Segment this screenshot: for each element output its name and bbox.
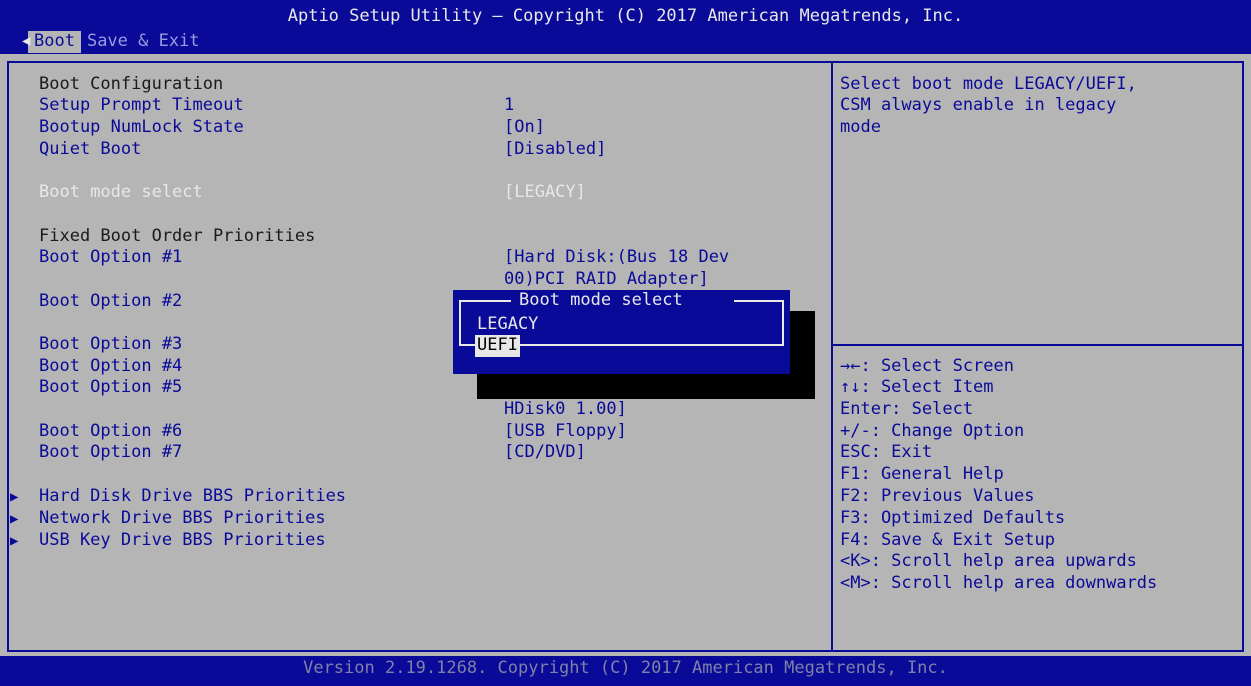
submenu-arrow-icon: ▶: [10, 533, 19, 549]
setup-prompt-timeout-label[interactable]: Setup Prompt Timeout: [39, 95, 244, 117]
boot-option-6-value[interactable]: [USB Floppy]: [504, 421, 627, 443]
help-key-f4: F4: Save & Exit Setup: [840, 530, 1055, 550]
header-bar: Aptio Setup Utility – Copyright (C) 2017…: [0, 0, 1251, 54]
submenu-arrow-icon: ▶: [10, 489, 19, 505]
footer-bar: Version 2.19.1268. Copyright (C) 2017 Am…: [0, 656, 1251, 686]
help-description-line: Select boot mode LEGACY/UEFI,: [840, 74, 1137, 94]
popup-border-top-left: [459, 300, 511, 302]
app-title: Aptio Setup Utility – Copyright (C) 2017…: [287, 6, 964, 26]
boot-option-5-label[interactable]: Boot Option #5: [39, 377, 182, 399]
help-key-enter: Enter: Select: [840, 399, 974, 419]
help-key-select-screen: →←: Select Screen: [840, 356, 1014, 376]
help-key-scroll-up: <K>: Scroll help area upwards: [840, 551, 1137, 571]
left-arrow-icon: ◀: [22, 33, 31, 49]
tab-bar: ◀ Boot Save & Exit: [22, 31, 206, 53]
help-key-f2: F2: Previous Values: [840, 486, 1035, 506]
help-key-scroll-down: <M>: Scroll help area downwards: [840, 573, 1158, 593]
boot-option-7-value[interactable]: [CD/DVD]: [504, 442, 586, 464]
boot-mode-popup: Boot mode select LEGACY UEFI: [453, 290, 790, 374]
submenu-hard-disk-bbs[interactable]: Hard Disk Drive BBS Priorities: [39, 486, 346, 508]
boot-option-7-label[interactable]: Boot Option #7: [39, 442, 182, 464]
boot-option-1-label[interactable]: Boot Option #1: [39, 247, 182, 269]
submenu-usb-key-bbs[interactable]: USB Key Drive BBS Priorities: [39, 530, 326, 552]
boot-option-1-value-line2[interactable]: 00)PCI RAID Adapter]: [504, 269, 709, 291]
help-key-select-item: ↑↓: Select Item: [840, 377, 994, 397]
boot-option-3-label[interactable]: Boot Option #3: [39, 334, 182, 356]
tab-boot[interactable]: Boot: [28, 31, 81, 53]
popup-option-legacy[interactable]: LEGACY: [477, 314, 538, 336]
boot-option-4-label[interactable]: Boot Option #4: [39, 356, 182, 378]
bootup-numlock-label[interactable]: Bootup NumLock State: [39, 117, 244, 139]
boot-mode-select-label[interactable]: Boot mode select: [39, 182, 203, 204]
setup-prompt-timeout-value[interactable]: 1: [504, 95, 514, 117]
bootup-numlock-value[interactable]: [On]: [504, 117, 545, 139]
tab-save-exit[interactable]: Save & Exit: [81, 31, 206, 53]
boot-mode-select-value[interactable]: [LEGACY]: [504, 182, 586, 204]
boot-option-1-value-line1[interactable]: [Hard Disk:(Bus 18 Dev: [504, 247, 729, 269]
boot-option-6-label[interactable]: Boot Option #6: [39, 421, 182, 443]
section-fixed-boot-order: Fixed Boot Order Priorities: [39, 226, 316, 246]
boot-option-2-label[interactable]: Boot Option #2: [39, 291, 182, 313]
boot-option-5-value-line2[interactable]: HDisk0 1.00]: [504, 399, 627, 421]
help-description-line: CSM always enable in legacy: [840, 95, 1117, 115]
help-key-f3: F3: Optimized Defaults: [840, 508, 1066, 528]
popup-option-uefi[interactable]: UEFI: [475, 335, 520, 357]
quiet-boot-value[interactable]: [Disabled]: [504, 139, 606, 161]
popup-title: Boot mode select: [519, 290, 683, 310]
help-key-change-option: +/-: Change Option: [840, 421, 1025, 441]
help-divider: [833, 344, 1242, 346]
submenu-network-bbs[interactable]: Network Drive BBS Priorities: [39, 508, 326, 530]
submenu-arrow-icon: ▶: [10, 511, 19, 527]
help-key-esc: ESC: Exit: [840, 442, 933, 462]
quiet-boot-label[interactable]: Quiet Boot: [39, 139, 141, 161]
popup-border-top-right: [734, 300, 784, 302]
help-key-f1: F1: General Help: [840, 464, 1004, 484]
vertical-divider: [831, 61, 833, 652]
footer-version: Version 2.19.1268. Copyright (C) 2017 Am…: [303, 658, 948, 678]
help-description-line: mode: [840, 117, 881, 137]
section-boot-configuration: Boot Configuration: [39, 74, 224, 94]
